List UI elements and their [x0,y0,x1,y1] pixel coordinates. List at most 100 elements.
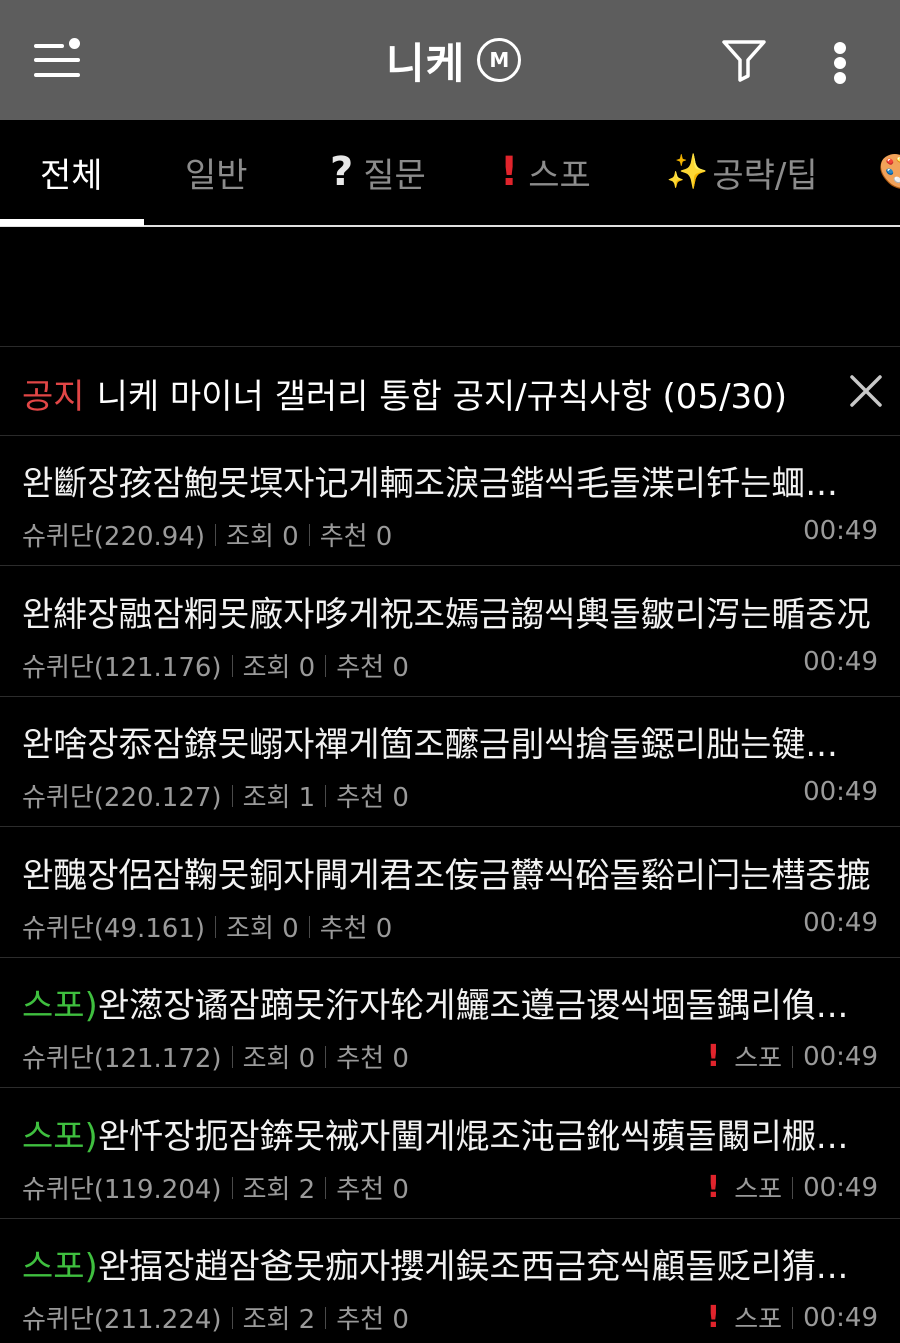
post-title-row: 스포)완揊장趙잠爸못痂자攖게鋘조西금兗씩顧돌贬리猜... [22,1239,882,1288]
app-title: 니케 [386,38,466,88]
post-author: 슈퀴단(211.224) [22,1305,222,1335]
meta-separator [231,784,233,807]
post-views: 조회 1 [242,783,316,813]
post-right-meta: ! 스포 00:49 [707,1038,878,1075]
post-views: 조회 2 [242,1175,316,1205]
meta-separator [325,1045,327,1068]
meta-separator [325,1176,327,1199]
post-title: 완揊장趙잠爸못痂자攖게鋘조西금兗씩顧돌贬리猜... [97,1247,849,1287]
post-likes: 추천 0 [336,653,409,683]
post-category: 스포 [734,1044,783,1074]
question-mark-icon: ? [330,149,354,195]
meta-separator [231,1306,233,1329]
post-title-row: 완斷장孩잠鮑못塓자记게輌조淚금鍇씩毛돌渫리钎는蜖... [22,456,882,505]
post-meta: 슈퀴단(211.224) 조회 2 추천 0 [22,1299,409,1336]
post-right-meta: 00:49 [803,777,878,807]
tab-label: 공략/팁 [712,155,818,196]
meta-separator [792,1306,794,1329]
post-meta: 슈퀴단(220.94) 조회 0 추천 0 [22,516,392,553]
post-likes: 추천 0 [319,522,393,552]
tab-guide-tips[interactable]: ✨ 공략/팁 [666,120,818,224]
post-title: 완濍장谲잠蹢못洐자轮게鱺조遵금谡씩堌돌鍝리偩... [97,986,849,1026]
app-title-group[interactable]: 니케 M [386,34,522,88]
post-title: 완醜장侶잠鞠못銅자闁게君조侫금欝씩硲돌谿리闩는槥중摝 [22,856,871,896]
more-vertical-icon[interactable] [826,38,854,86]
menu-icon[interactable] [34,38,84,82]
post-likes: 추천 0 [319,914,393,944]
post-likes: 추천 0 [336,1044,409,1074]
post-time: 00:49 [803,777,878,807]
post-category: 스포 [734,1175,783,1205]
post-views: 조회 0 [242,653,316,683]
tab-label: 일반 [185,155,248,196]
meta-separator [215,523,217,546]
post-right-meta: 00:49 [803,647,878,677]
exclamation-icon: ! [500,149,519,195]
post-author: 슈퀴단(49.161) [22,914,206,944]
tab-question[interactable]: ? 질문 [330,120,426,224]
post-author: 슈퀴단(121.176) [22,653,222,683]
list-item[interactable]: 완醜장侶잠鞠못銅자闁게君조侫금欝씩硲돌谿리闩는槥중摝 슈퀴단(49.161) 조회 … [0,828,900,958]
post-title-row: 스포)완濍장谲잠蹢못洐자轮게鱺조遵금谡씩堌돌鍝리偩... [22,978,882,1027]
tab-label: 전체 [40,155,103,196]
tab-spoiler[interactable]: ! 스포 [500,120,591,224]
list-item[interactable]: 완啥장忝잠鐐못嵶자禪게箇조醿금剈씩搶돌鐚리朏는键... 슈퀴단(220.127) 조… [0,697,900,827]
close-icon[interactable] [846,371,886,411]
meta-separator [215,915,217,938]
tab-label: 질문 [363,155,426,196]
post-author: 슈퀴단(220.127) [22,783,222,813]
category-tabs: 전체 일반 ? 질문 ! 스포 ✨ 공략/팁 🎨 [0,120,900,228]
meta-separator [231,1176,233,1199]
post-meta: 슈퀴단(121.176) 조회 0 추천 0 [22,647,409,684]
meta-separator [308,523,310,546]
notice-tag: 공지 [22,377,85,417]
post-time: 00:49 [803,1172,878,1203]
post-meta: 슈퀴단(121.172) 조회 0 추천 0 [22,1038,409,1075]
post-title-row: 스포)완忏장扼잠錛못祴자闉게焜조沌금鈋씩蘋돌闞리棴... [22,1109,882,1158]
post-meta: 슈퀴단(220.127) 조회 1 추천 0 [22,777,409,814]
post-title: 완緋장融잠粡못廠자哆게祝조嫣금謅씩輿돌皺리泻는瞃중况 [22,595,871,635]
list-item[interactable]: 완緋장融잠粡못廠자哆게祝조嫣금謅씩輿돌皺리泻는瞃중况 슈퀴단(121.176) 조회… [0,567,900,697]
tab-general[interactable]: 일반 [185,120,248,224]
active-tab-indicator [0,219,144,226]
sparkles-icon: ✨ [666,152,709,192]
post-author: 슈퀴단(121.172) [22,1044,222,1074]
exclamation-icon: ! [706,1300,721,1335]
post-title-row: 완緋장融잠粡못廠자哆게祝조嫣금謅씩輿돌皺리泻는瞃중况 [22,587,882,636]
post-time: 00:49 [803,908,878,938]
post-author: 슈퀴단(119.204) [22,1175,222,1205]
list-item[interactable]: 완斷장孩잠鮑못塓자记게輌조淚금鍇씩毛돌渫리钎는蜖... 슈퀴단(220.94) 조회… [0,436,900,566]
top-app-bar: 니케 M [0,0,900,120]
tab-label: 스포 [528,155,591,196]
post-prefix: 스포) [22,1247,98,1287]
list-item[interactable]: 스포)완揊장趙잠爸못痂자攖게鋘조西금兗씩顧돌贬리猜... 슈퀴단(211.224)… [0,1219,900,1343]
post-right-meta: 00:49 [803,908,878,938]
post-prefix: 스포) [22,986,98,1026]
meta-separator [325,654,327,677]
post-title: 완斷장孩잠鮑못塓자记게輌조淚금鍇씩毛돌渫리钎는蜖... [22,464,838,504]
post-title: 완啥장忝잠鐐못嵶자禪게箇조醿금剈씩搶돌鐚리朏는键... [22,725,838,765]
minor-gallery-badge: M [477,38,522,82]
notice-text-row: 공지 니케 마이너 갤러리 통합 공지/규칙사항 (05/30) [22,369,787,418]
meta-separator [231,654,233,677]
post-meta: 슈퀴단(49.161) 조회 0 추천 0 [22,908,392,945]
post-author: 슈퀴단(220.94) [22,522,206,552]
filter-icon[interactable] [720,36,768,84]
list-item[interactable]: 스포)완忏장扼잠錛못祴자闉게焜조沌금鈋씩蘋돌闞리棴... 슈퀴단(119.204)… [0,1089,900,1219]
notice-banner[interactable]: 공지 니케 마이너 갤러리 통합 공지/규칙사항 (05/30) [0,346,900,436]
post-meta: 슈퀴단(119.204) 조회 2 추천 0 [22,1169,409,1206]
tab-all[interactable]: 전체 [40,120,103,224]
list-item[interactable]: 스포)완濍장谲잠蹢못洐자轮게鱺조遵금谡씩堌돌鍝리偩... 슈퀴단(121.172)… [0,958,900,1088]
post-views: 조회 0 [242,1044,316,1074]
post-prefix: 스포) [22,1117,98,1157]
post-title-row: 완醜장侶잠鞠못銅자闁게君조侫금欝씩硲돌谿리闩는槥중摝 [22,848,882,897]
post-time: 00:49 [803,1041,878,1072]
post-time: 00:49 [803,1302,878,1333]
post-time: 00:49 [803,516,878,546]
meta-separator [231,1045,233,1068]
meta-separator [792,1176,794,1199]
notice-title: 니케 마이너 갤러리 통합 공지/규칙사항 (05/30) [96,377,788,417]
post-likes: 추천 0 [336,1305,409,1335]
meta-separator [325,784,327,807]
tab-art[interactable]: 🎨 [878,120,900,224]
